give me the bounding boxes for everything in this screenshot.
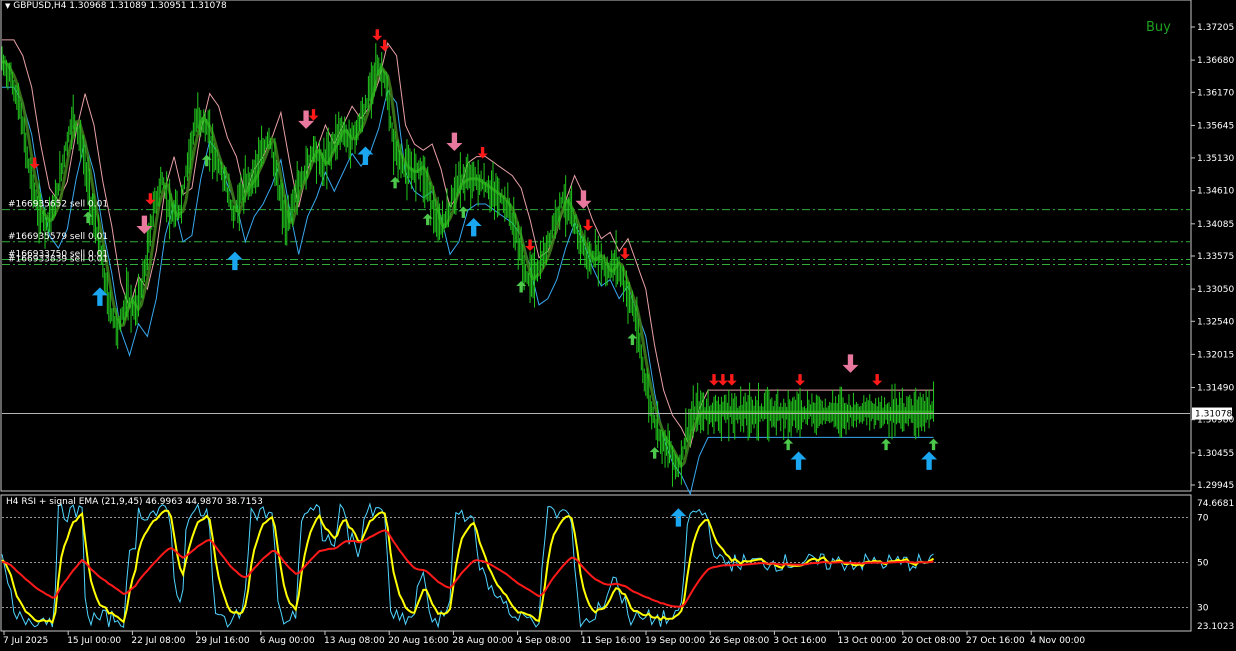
main-panel-frame bbox=[0, 0, 1192, 492]
price-tick-label: 1.37205 bbox=[1197, 23, 1234, 33]
price-tick-label: 1.32540 bbox=[1197, 317, 1234, 327]
buy-signal-label: Buy bbox=[1146, 20, 1171, 35]
sell-arrow-icon bbox=[372, 29, 383, 41]
sell-arrow-icon bbox=[575, 190, 592, 209]
time-tick-label: 22 Jul 08:00 bbox=[131, 636, 185, 646]
buy-arrow-icon bbox=[881, 438, 892, 451]
rsi-title: H4 RSI + signal EMA (21,9,45) 46.9963 44… bbox=[6, 497, 263, 507]
buy-arrow-icon bbox=[783, 438, 794, 451]
price-tick-label: 1.31490 bbox=[1197, 384, 1234, 394]
buy-arrow-icon bbox=[201, 154, 212, 167]
price-tick-label: 1.30980 bbox=[1197, 416, 1234, 426]
signal-arrows bbox=[29, 29, 939, 527]
price-tick-label: 1.29945 bbox=[1197, 481, 1234, 491]
price-tick-label: 1.33575 bbox=[1197, 252, 1234, 262]
time-tick-label: 4 Nov 00:00 bbox=[1030, 636, 1085, 646]
time-tick-label: 13 Oct 00:00 bbox=[838, 636, 897, 646]
time-tick-label: 26 Sep 08:00 bbox=[709, 636, 769, 646]
sell-arrow-icon bbox=[842, 354, 859, 373]
symbol-header: ▼ GBPUSD,H4 1.30968 1.31089 1.30951 1.31… bbox=[5, 1, 227, 11]
rsi-min-label: 23.1023 bbox=[1197, 622, 1234, 632]
price-tick-label: 1.30455 bbox=[1197, 449, 1234, 459]
buy-arrow-icon bbox=[921, 451, 938, 470]
bands bbox=[2, 39, 934, 496]
price-tick-label: 1.33050 bbox=[1197, 285, 1234, 295]
sell-arrow-icon bbox=[717, 374, 728, 386]
time-tick-label: 19 Sep 00:00 bbox=[645, 636, 705, 646]
time-tick-label: 29 Jul 16:00 bbox=[196, 636, 250, 646]
sell-arrow-icon bbox=[446, 132, 463, 151]
time-tick-label: 11 Sep 16:00 bbox=[581, 636, 641, 646]
buy-arrow-icon bbox=[226, 251, 243, 271]
order-label: #166933839 sell 0.01 bbox=[8, 255, 108, 265]
time-tick-label: 20 Aug 16:00 bbox=[388, 636, 449, 646]
sell-arrow-icon bbox=[379, 39, 390, 52]
chart-canvas: 1.31078 1.37205 1.36680 1.36170 1.35645 1.35… bbox=[0, 0, 1234, 646]
buy-arrow-icon bbox=[422, 213, 433, 226]
buy-arrow-icon bbox=[790, 451, 807, 470]
time-tick-label: 13 Aug 08:00 bbox=[324, 636, 385, 646]
order-label: #166935579 sell 0.01 bbox=[8, 232, 108, 242]
sell-arrow-icon bbox=[145, 193, 156, 205]
time-tick-label: 15 Jul 00:00 bbox=[67, 636, 121, 646]
time-axis: 7 Jul 2025 15 Jul 00:00 22 Jul 08:00 29 Jul… bbox=[3, 631, 1085, 646]
sell-arrow-icon bbox=[795, 374, 806, 386]
symbol-info: GBPUSD,H4 1.30968 1.31089 1.30951 1.3107… bbox=[13, 1, 227, 11]
time-tick-label: 20 Oct 08:00 bbox=[902, 636, 961, 646]
time-tick-label: 3 Oct 16:00 bbox=[773, 636, 826, 646]
time-tick-label: 28 Aug 00:00 bbox=[452, 636, 513, 646]
price-tick-label: 1.35130 bbox=[1197, 154, 1234, 164]
upper-band-line bbox=[2, 39, 934, 449]
time-tick-label: 6 Aug 00:00 bbox=[260, 636, 315, 646]
price-tick-label: 1.36170 bbox=[1197, 88, 1234, 98]
rsi-level-label: 70 bbox=[1197, 514, 1209, 524]
sell-arrow-icon bbox=[298, 110, 315, 129]
buy-arrow-icon bbox=[516, 280, 527, 293]
sell-arrow-icon bbox=[872, 374, 883, 386]
sell-arrow-icon bbox=[620, 247, 630, 260]
rsi-level-label: 50 bbox=[1197, 558, 1209, 568]
sell-arrow-icon bbox=[525, 239, 536, 252]
sell-arrow-icon bbox=[582, 219, 593, 232]
sell-arrow-icon bbox=[308, 109, 319, 121]
price-tick-label: 1.34610 bbox=[1197, 187, 1234, 197]
buy-arrow-icon bbox=[465, 218, 482, 237]
buy-arrow-icon bbox=[928, 438, 939, 451]
order-labels: #166935652 sell 0.01 #166935579 sell 0.01… bbox=[8, 200, 108, 265]
time-tick-label: 27 Oct 16:00 bbox=[966, 636, 1025, 646]
sell-arrow-icon bbox=[709, 374, 719, 386]
sell-arrow-icon bbox=[726, 374, 737, 386]
rsi-panel: 70 50 30 74.6681 23.1023 bbox=[1, 499, 1234, 632]
price-tick-label: 1.32015 bbox=[1197, 350, 1234, 360]
time-tick-label: 7 Jul 2025 bbox=[3, 636, 48, 646]
price-tick-label: 1.36680 bbox=[1197, 56, 1234, 66]
buy-arrow-icon bbox=[649, 447, 660, 459]
rsi-level-label: 30 bbox=[1197, 603, 1209, 613]
time-tick-label: 4 Sep 08:00 bbox=[517, 636, 572, 646]
buy-arrow-icon bbox=[83, 211, 94, 224]
current-price-line: 1.31078 bbox=[2, 407, 1232, 420]
price-tick-label: 1.34085 bbox=[1197, 220, 1234, 230]
order-label: #166935652 sell 0.01 bbox=[8, 200, 108, 210]
price-axis: 1.37205 1.36680 1.36170 1.35645 1.35130 1.346… bbox=[1191, 23, 1234, 491]
dropdown-triangle-icon[interactable]: ▼ bbox=[5, 2, 10, 10]
rsi-max-label: 74.6681 bbox=[1197, 499, 1234, 509]
buy-arrow-icon bbox=[627, 333, 638, 346]
price-tick-label: 1.35645 bbox=[1197, 121, 1234, 131]
buy-arrow-icon bbox=[390, 176, 401, 189]
